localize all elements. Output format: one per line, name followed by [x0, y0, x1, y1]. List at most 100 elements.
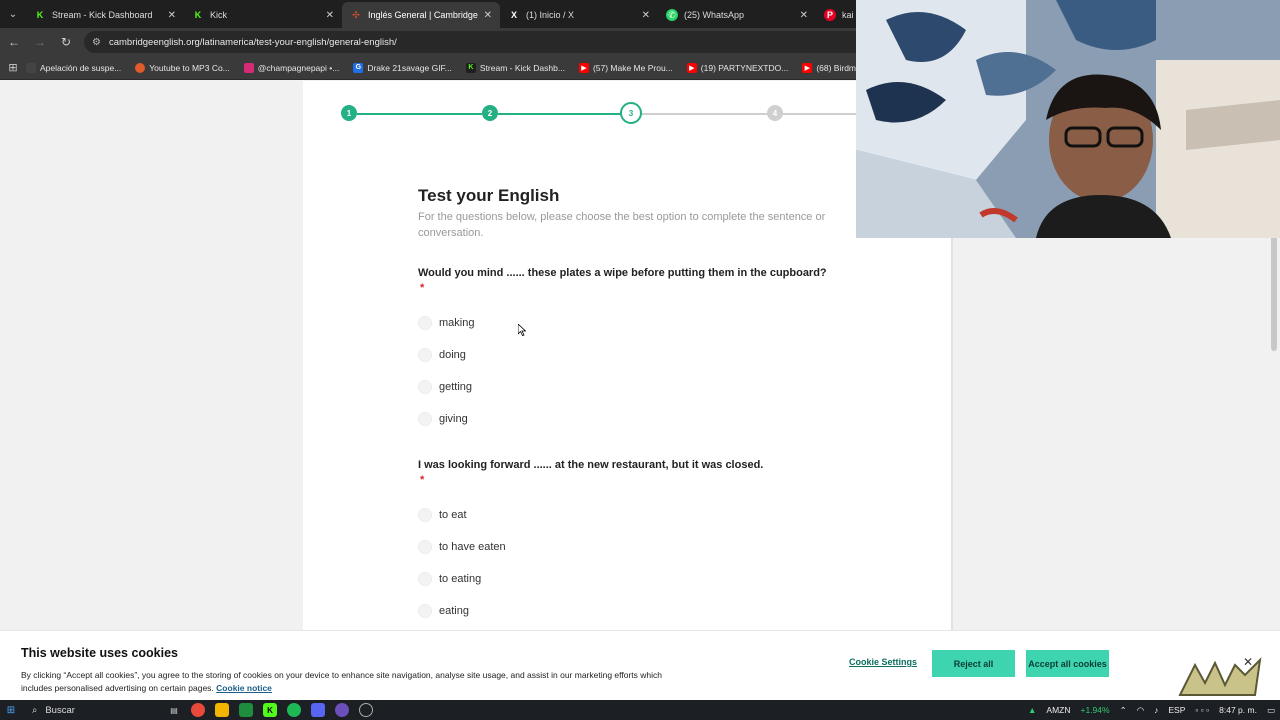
scrollbar-thumb[interactable]	[1271, 231, 1277, 351]
url-input[interactable]: ⚙ cambridgeenglish.org/latinamerica/test…	[84, 31, 884, 53]
radio-button[interactable]	[418, 380, 432, 394]
step-2: 2	[482, 105, 498, 121]
step-connector	[782, 113, 862, 115]
reload-icon[interactable]: ↻	[54, 30, 78, 54]
tab-label: Stream - Kick Dashboard	[52, 10, 153, 20]
radio-button[interactable]	[418, 316, 432, 330]
radio-button[interactable]	[418, 540, 432, 554]
language-indicator[interactable]: ESP	[1168, 705, 1185, 715]
windows-start-icon[interactable]: ⊞	[0, 705, 22, 716]
bookmark-icon	[135, 62, 146, 73]
tab-cambridge[interactable]: ✣ Inglés General | Cambridge En ✕	[342, 2, 500, 28]
stock-chart-icon: ▲	[1027, 705, 1037, 715]
spotify-icon[interactable]	[287, 703, 301, 717]
close-icon[interactable]: ✕	[642, 10, 650, 21]
gif-icon: G	[353, 62, 364, 73]
obs-icon[interactable]	[335, 703, 349, 717]
radio-button[interactable]	[418, 348, 432, 362]
taskbar-search-label: Buscar	[45, 704, 75, 716]
tab-kick-dashboard[interactable]: K Stream - Kick Dashboard ✕	[26, 2, 184, 28]
bookmark-item[interactable]: ▶ (19) PARTYNEXTDO...	[686, 62, 789, 73]
option-to-eating[interactable]: to eating	[418, 570, 481, 588]
option-getting[interactable]: getting	[418, 378, 472, 396]
mouse-cursor-icon	[518, 324, 526, 336]
accept-all-button[interactable]: Accept all cookies	[1026, 650, 1109, 677]
option-doing[interactable]: doing	[418, 346, 466, 364]
option-to-have-eaten[interactable]: to have eaten	[418, 538, 506, 556]
bookmark-item[interactable]: Apelación de suspe...	[26, 62, 121, 73]
discord-icon[interactable]	[311, 703, 325, 717]
bookmark-label: (19) PARTYNEXTDO...	[700, 62, 789, 73]
bookmark-item[interactable]: Youtube to MP3 Co...	[135, 62, 230, 73]
file-explorer-icon[interactable]	[215, 703, 229, 717]
option-to-eat[interactable]: to eat	[418, 506, 467, 524]
chrome-icon[interactable]	[191, 703, 205, 717]
tab-search-icon[interactable]: ⌄	[0, 0, 26, 28]
search-icon: ⌕	[32, 704, 38, 716]
close-icon[interactable]: ✕	[800, 10, 808, 21]
bookmark-item[interactable]: ▶ (57) Make Me Prou...	[578, 62, 673, 73]
cambridge-icon: ✣	[352, 9, 360, 20]
youtube-icon: ▶	[686, 62, 697, 73]
bookmark-item[interactable]: G Drake 21savage GIF...	[353, 62, 452, 73]
radio-button[interactable]	[418, 604, 432, 618]
notification-icon[interactable]: ▭	[1267, 705, 1275, 716]
close-icon[interactable]: ✕	[326, 10, 334, 21]
back-icon[interactable]: ←	[2, 30, 26, 54]
option-label: doing	[439, 349, 466, 361]
bookmark-item[interactable]: @champagnepapi •...	[243, 62, 340, 73]
bookmark-item[interactable]: K Stream - Kick Dashb...	[465, 62, 565, 73]
tab-kick[interactable]: K Kick ✕	[184, 2, 342, 28]
tab-whatsapp[interactable]: ✆ (25) WhatsApp ✕	[658, 2, 816, 28]
step-4: 4	[767, 105, 783, 121]
task-view-icon[interactable]: ▤	[167, 703, 181, 717]
windows-taskbar: ⊞ ⌕ Buscar ▤ K ▲ AMZN +1.94% ⌃ ◠ ♪ ESP ▫…	[0, 700, 1280, 720]
sheets-icon[interactable]	[239, 703, 253, 717]
option-label: getting	[439, 381, 473, 393]
close-icon[interactable]: ✕	[484, 10, 492, 21]
close-icon[interactable]: ✕	[168, 10, 176, 21]
pinterest-icon: P	[824, 9, 836, 21]
tab-label: (1) Inicio / X	[526, 10, 575, 20]
stock-change: +1.94%	[1080, 705, 1110, 715]
wifi-icon[interactable]: ◠	[1137, 705, 1144, 716]
option-label: eating	[439, 605, 469, 617]
site-info-icon[interactable]: ⚙	[92, 37, 101, 48]
step-1: 1	[341, 105, 357, 121]
tab-label: Kick	[210, 10, 228, 20]
x-icon: X	[510, 10, 517, 20]
url-text: cambridgeenglish.org/latinamerica/test-y…	[108, 36, 397, 48]
stock-ticker[interactable]: AMZN	[1046, 705, 1070, 715]
required-mark: *	[420, 282, 425, 294]
step-connector	[498, 113, 623, 115]
cookie-notice-link[interactable]: Cookie notice	[216, 683, 272, 693]
clock[interactable]: 8:47 p. m.	[1219, 705, 1257, 715]
radio-button[interactable]	[418, 412, 432, 426]
option-making[interactable]: making	[418, 314, 474, 332]
reject-all-button[interactable]: Reject all	[932, 650, 1015, 677]
tray-icons: ▫ ▫ ▫	[1195, 705, 1210, 715]
radio-button[interactable]	[418, 508, 432, 522]
option-label: to eat	[439, 509, 467, 521]
bookmark-label: Drake 21savage GIF...	[367, 62, 452, 73]
chevron-up-icon[interactable]: ⌃	[1120, 705, 1127, 716]
page-subtitle: For the questions below, please choose t…	[418, 211, 826, 239]
taskbar-search[interactable]: ⌕ Buscar	[22, 702, 162, 718]
bookmark-label: @champagnepapi •...	[257, 62, 340, 73]
option-giving[interactable]: giving	[418, 410, 468, 428]
step-connector	[357, 113, 482, 115]
app-icon[interactable]	[359, 703, 373, 717]
tab-label: (25) WhatsApp	[684, 10, 745, 20]
apps-grid-icon[interactable]: ⊞	[0, 61, 26, 74]
option-eating[interactable]: eating	[418, 602, 469, 620]
radio-button[interactable]	[418, 572, 432, 586]
kick-icon[interactable]: K	[263, 703, 277, 717]
option-label: to have eaten	[439, 541, 506, 553]
cookie-settings-button[interactable]: Cookie Settings	[849, 657, 917, 667]
bookmark-icon	[26, 62, 36, 73]
cookie-title: This website uses cookies	[21, 646, 179, 660]
volume-icon[interactable]: ♪	[1154, 705, 1158, 715]
tab-x[interactable]: X (1) Inicio / X ✕	[500, 2, 658, 28]
forward-icon[interactable]: →	[28, 30, 52, 54]
youtube-icon: ▶	[578, 62, 589, 73]
